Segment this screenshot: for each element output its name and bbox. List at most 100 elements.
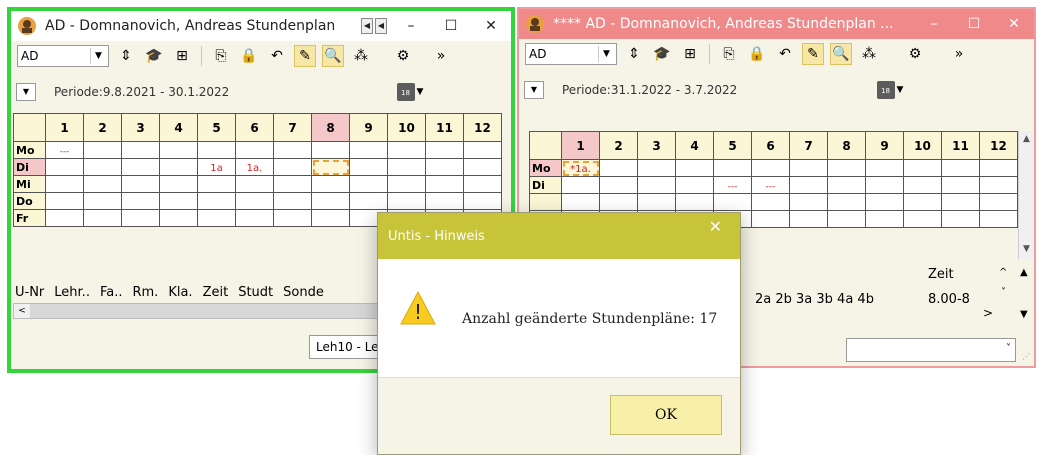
timetable-cell[interactable] bbox=[751, 193, 790, 211]
timetable-cell[interactable] bbox=[273, 192, 312, 210]
timetable-cell[interactable] bbox=[637, 193, 676, 211]
scroll-up-small-icon[interactable]: ^ bbox=[999, 267, 1007, 278]
timetable-cell[interactable] bbox=[235, 141, 274, 159]
right-zeit-header[interactable]: Zeit bbox=[928, 267, 954, 282]
chevron-down-small-icon[interactable]: ˅ bbox=[1001, 287, 1006, 298]
timetable-cell[interactable] bbox=[387, 158, 426, 176]
hour-header[interactable]: 6 bbox=[751, 131, 790, 160]
timetable-cell[interactable] bbox=[789, 210, 828, 228]
period-dropdown-icon[interactable]: ▼ bbox=[16, 83, 36, 101]
timetable-cell[interactable] bbox=[425, 141, 464, 159]
copy-icon[interactable]: ⎘ bbox=[718, 43, 740, 65]
left-titlebar[interactable]: AD - Domnanovich, Andreas Stundenplan ◀ … bbox=[11, 11, 511, 41]
timetable-cell[interactable] bbox=[425, 175, 464, 193]
overflow-icon[interactable]: » bbox=[430, 45, 452, 67]
hour-header[interactable]: 6 bbox=[235, 113, 274, 142]
timetable-cell[interactable] bbox=[979, 210, 1018, 228]
minimize-button[interactable]: – bbox=[391, 18, 431, 34]
edit-icon[interactable]: ✎ bbox=[802, 43, 824, 65]
hour-header[interactable]: 3 bbox=[121, 113, 160, 142]
timetable-cell[interactable] bbox=[159, 192, 198, 210]
hour-header[interactable]: 1 bbox=[561, 131, 600, 160]
timetable-cell[interactable] bbox=[713, 159, 752, 177]
hour-header[interactable]: 12 bbox=[463, 113, 502, 142]
timetable-cell[interactable] bbox=[83, 192, 122, 210]
close-button[interactable]: ✕ bbox=[994, 16, 1034, 32]
timetable-cell[interactable] bbox=[865, 159, 904, 177]
timetable-cell[interactable] bbox=[675, 176, 714, 194]
timetable-cell[interactable] bbox=[45, 158, 84, 176]
timetable-cell[interactable] bbox=[235, 175, 274, 193]
scroll-down-icon[interactable]: ▼ bbox=[1019, 241, 1034, 257]
gear-icon[interactable]: ⚙ bbox=[392, 45, 414, 67]
timetable-cell[interactable] bbox=[713, 193, 752, 211]
hour-header[interactable]: 5 bbox=[197, 113, 236, 142]
timetable-cell[interactable] bbox=[197, 141, 236, 159]
timetable-cell[interactable] bbox=[463, 192, 502, 210]
timetable-cell[interactable] bbox=[865, 176, 904, 194]
timetable-cell[interactable] bbox=[751, 210, 790, 228]
hour-header[interactable]: 7 bbox=[789, 131, 828, 160]
timetable-cell[interactable] bbox=[83, 141, 122, 159]
graduation-cap-icon[interactable]: 🎓 bbox=[143, 45, 165, 67]
timetable-cell[interactable] bbox=[197, 192, 236, 210]
timetable-cell[interactable] bbox=[561, 193, 600, 211]
scroll-right-icon[interactable]: > bbox=[983, 306, 993, 320]
timetable-cell[interactable] bbox=[235, 192, 274, 210]
left-horizontal-scrollbar[interactable]: < bbox=[13, 303, 393, 319]
network-icon[interactable]: ⁂ bbox=[858, 43, 880, 65]
column-header[interactable]: U-Nr bbox=[15, 285, 44, 300]
nav-left-icon[interactable]: ◀ bbox=[361, 18, 373, 34]
untis-hint-dialog[interactable]: Untis - Hinweis ✕ ! Anzahl geänderte Stu… bbox=[377, 212, 741, 455]
hour-header[interactable]: 10 bbox=[387, 113, 426, 142]
hour-header[interactable]: 4 bbox=[159, 113, 198, 142]
timetable-cell[interactable] bbox=[789, 159, 828, 177]
selected-cell[interactable]: *1a. bbox=[561, 159, 600, 177]
hour-header[interactable]: 8 bbox=[311, 113, 350, 142]
timetable-cell[interactable] bbox=[827, 176, 866, 194]
timetable-cell[interactable] bbox=[903, 176, 942, 194]
timetable-cell[interactable] bbox=[121, 192, 160, 210]
hour-header[interactable]: 5 bbox=[713, 131, 752, 160]
timetable-cell[interactable] bbox=[637, 176, 676, 194]
timetable-cell[interactable] bbox=[903, 210, 942, 228]
chevron-down-icon[interactable]: ▼ bbox=[90, 48, 106, 64]
timetable-cell[interactable] bbox=[45, 209, 84, 227]
timetable-cell[interactable]: 1a bbox=[197, 158, 236, 176]
timetable-cell[interactable] bbox=[311, 192, 350, 210]
timetable-cell[interactable] bbox=[311, 175, 350, 193]
timetable-cell[interactable] bbox=[637, 159, 676, 177]
magnifier-icon[interactable]: 🔍 bbox=[830, 43, 852, 65]
timetable-cell[interactable] bbox=[349, 158, 388, 176]
column-header[interactable]: Rm. bbox=[132, 285, 158, 300]
spin-icon[interactable]: ⇕ bbox=[115, 45, 137, 67]
hour-header[interactable]: 11 bbox=[941, 131, 980, 160]
hour-header[interactable]: 2 bbox=[599, 131, 638, 160]
timetable-cell[interactable] bbox=[941, 176, 980, 194]
edit-icon[interactable]: ✎ bbox=[294, 45, 316, 67]
hour-header[interactable]: 2 bbox=[83, 113, 122, 142]
close-icon[interactable]: ✕ bbox=[709, 217, 722, 236]
timetable-cell[interactable] bbox=[941, 210, 980, 228]
timetable-cell[interactable] bbox=[865, 210, 904, 228]
copy-icon[interactable]: ⎘ bbox=[210, 45, 232, 67]
timetable-cell[interactable] bbox=[599, 159, 638, 177]
timetable-cell[interactable] bbox=[425, 158, 464, 176]
timetable-cell[interactable] bbox=[827, 210, 866, 228]
undo-icon[interactable]: ↶ bbox=[774, 43, 796, 65]
timetable-cell[interactable] bbox=[83, 175, 122, 193]
scroll-down-icon[interactable]: ▼ bbox=[1020, 309, 1028, 320]
timetable-cell[interactable] bbox=[273, 158, 312, 176]
hour-header[interactable]: 11 bbox=[425, 113, 464, 142]
graduation-cap-icon[interactable]: 🎓 bbox=[651, 43, 673, 65]
spin-icon[interactable]: ⇕ bbox=[623, 43, 645, 65]
timetable-cell[interactable] bbox=[83, 209, 122, 227]
left-timetable-grid[interactable]: 1 2 3 4 5 6 7 8 9 10 11 12 Mo --- Di 1a … bbox=[13, 113, 502, 227]
ok-button[interactable]: OK bbox=[610, 395, 722, 435]
timetable-cell[interactable] bbox=[903, 193, 942, 211]
timetable-cell[interactable] bbox=[463, 141, 502, 159]
timetable-cell[interactable] bbox=[159, 141, 198, 159]
lock-icon[interactable]: 🔒 bbox=[238, 45, 260, 67]
hour-header[interactable]: 9 bbox=[349, 113, 388, 142]
hour-header[interactable]: 4 bbox=[675, 131, 714, 160]
